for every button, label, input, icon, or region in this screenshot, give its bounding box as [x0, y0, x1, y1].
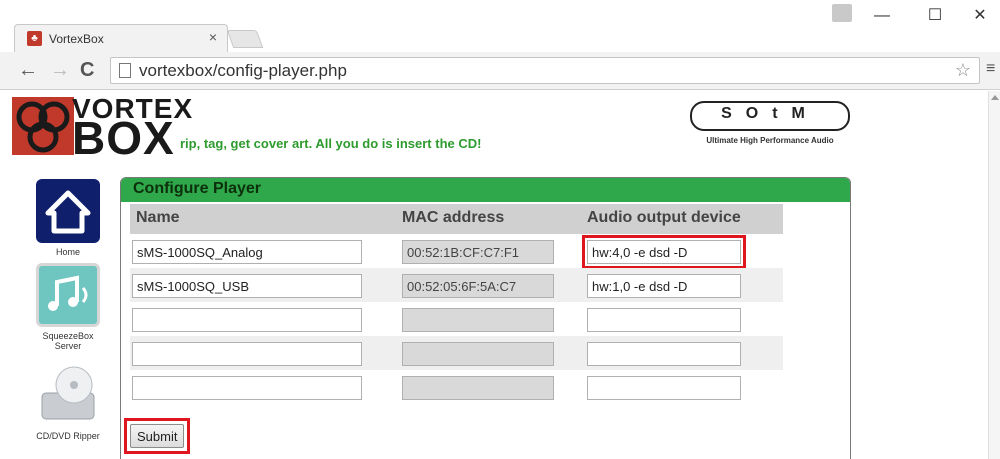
audio-device-input[interactable]: [582, 235, 746, 269]
browser-menu-icon[interactable]: ≡: [986, 60, 995, 78]
player-name-input[interactable]: [132, 274, 362, 298]
reload-icon[interactable]: C: [80, 60, 94, 80]
column-header-device: Audio output device: [587, 209, 741, 226]
table-header: Name MAC address Audio output device: [130, 204, 783, 234]
sidebar-item-label: Home: [55, 247, 80, 257]
vertical-scrollbar[interactable]: [988, 91, 1000, 459]
mac-address-input[interactable]: [402, 376, 554, 400]
table-row: [130, 268, 783, 302]
sidebar-item-ripper[interactable]: CD/DVD Ripper: [28, 363, 108, 441]
sotm-logo: SOtM Ultimate High Performance Audio: [690, 99, 850, 149]
back-arrow-icon[interactable]: ←: [18, 60, 38, 80]
home-icon: [36, 179, 100, 243]
page-icon: [119, 63, 131, 78]
sidebar-item-home[interactable]: Home: [28, 179, 108, 257]
vortexbox-favicon-icon: ♣: [27, 31, 42, 46]
sotm-logo-letters: SOtM: [721, 105, 819, 122]
sotm-logo-subtitle: Ultimate High Performance Audio: [706, 136, 834, 145]
table-row: [130, 302, 783, 336]
configure-player-panel: Configure Player Name MAC address Audio …: [120, 177, 851, 459]
tagline: rip, tag, get cover art. All you do is i…: [180, 136, 482, 151]
player-name-input[interactable]: [132, 308, 362, 332]
submit-button[interactable]: Submit: [130, 424, 185, 448]
profile-icon[interactable]: [832, 4, 852, 22]
forward-arrow-icon[interactable]: →: [50, 60, 70, 80]
table-row: [130, 370, 783, 404]
player-table: Name MAC address Audio output device: [130, 204, 783, 404]
sidebar-item-label: SqueezeBox Server: [42, 331, 94, 351]
new-tab-button[interactable]: [226, 30, 264, 48]
sidebar-item-label: CD/DVD Ripper: [36, 431, 100, 441]
vortexbox-logo: VORTEX BOX: [12, 93, 192, 164]
audio-device-input[interactable]: [587, 376, 741, 400]
panel-title: Configure Player: [121, 178, 850, 202]
mac-address-input[interactable]: [402, 308, 554, 332]
audio-device-input[interactable]: [587, 308, 741, 332]
audio-device-input[interactable]: [587, 342, 741, 366]
cd-drive-icon: [36, 363, 100, 427]
bookmark-star-icon[interactable]: ☆: [955, 60, 971, 81]
minimize-button[interactable]: —: [862, 4, 902, 28]
player-name-input[interactable]: [132, 376, 362, 400]
sidebar-item-squeezebox[interactable]: SqueezeBox Server: [28, 263, 108, 351]
browser-toolbar: ← → C vortexbox/config-player.php ☆: [0, 52, 1000, 90]
address-bar[interactable]: vortexbox/config-player.php ☆: [110, 57, 980, 84]
audio-device-input[interactable]: [587, 274, 741, 298]
scroll-up-arrow-icon[interactable]: [991, 95, 999, 100]
column-header-mac: MAC address: [402, 209, 505, 226]
mac-address-input[interactable]: [402, 240, 554, 264]
url-text: vortexbox/config-player.php: [139, 61, 347, 80]
column-header-name: Name: [136, 209, 180, 226]
tab-title: VortexBox: [49, 32, 104, 46]
page-viewport: VORTEX BOX rip, tag, get cover art. All …: [0, 91, 988, 459]
player-name-input[interactable]: [132, 342, 362, 366]
logo-text-bottom: BOX: [72, 112, 175, 164]
music-note-icon: [36, 263, 100, 327]
close-window-button[interactable]: ✕: [960, 4, 1000, 28]
mac-address-input[interactable]: [402, 274, 554, 298]
mac-address-input[interactable]: [402, 342, 554, 366]
maximize-button[interactable]: ☐: [915, 4, 955, 28]
browser-tab[interactable]: ♣ VortexBox ×: [14, 24, 228, 52]
vortex-swirl-icon: [12, 97, 74, 155]
browser-titlebar: ♣ VortexBox × — ☐ ✕: [0, 0, 1000, 52]
tab-close-icon[interactable]: ×: [209, 29, 217, 45]
player-name-input[interactable]: [132, 240, 362, 264]
table-row: [130, 336, 783, 370]
table-row: [130, 234, 783, 269]
